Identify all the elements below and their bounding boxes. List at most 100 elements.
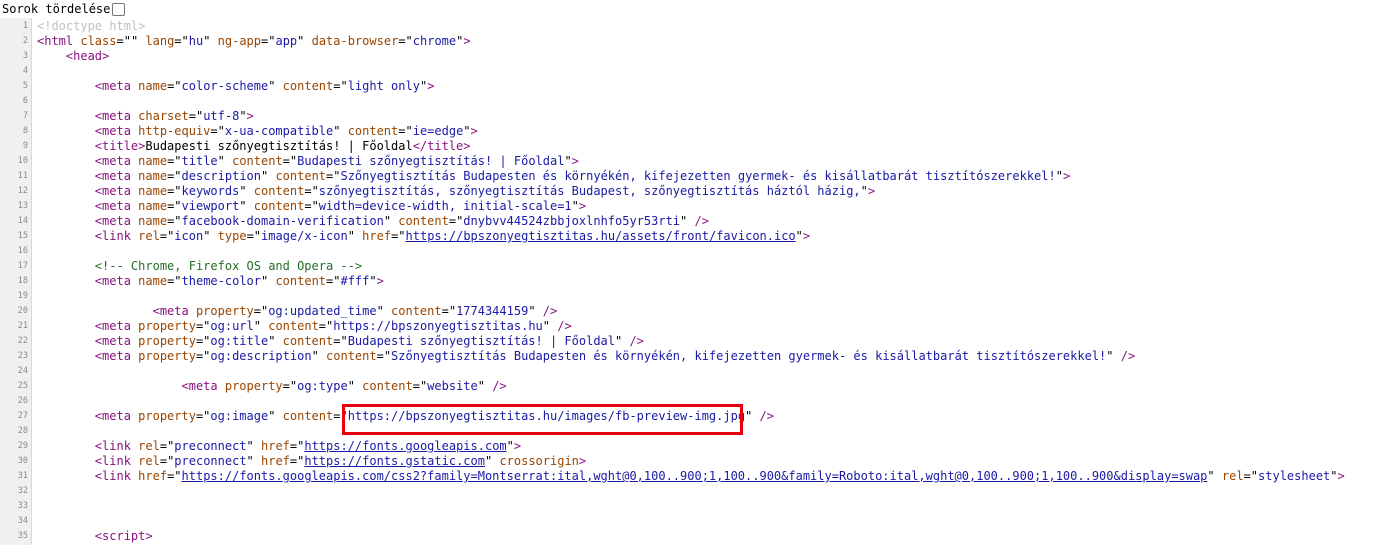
code-token: =" [282,379,298,393]
code-token: > [513,439,522,453]
code-token: rel [1221,469,1244,483]
source-link[interactable]: https://fonts.gstatic.com [304,454,485,468]
line-number: 35 [17,531,28,541]
code-token: =" [333,79,348,93]
code-token: " [745,409,760,423]
line-number: 6 [22,96,28,106]
code-token: content [282,79,334,93]
code-token: href [138,469,168,483]
source-line: 2 <html class="" lang="hu" ng-app="app" d… [0,34,1395,49]
source-line: 13 <meta name="viewport" content="width=… [0,199,1395,214]
line-number: 23 [17,351,28,361]
line-wrap-checkbox[interactable] [112,2,126,16]
code-token: app [275,34,298,48]
code-token: name [138,199,168,213]
code-token: <meta [94,124,131,138]
code-token: > [246,109,254,123]
code-token: preconnect [174,454,247,468]
code-token: =" [159,229,175,243]
source-link[interactable]: https://fonts.googleapis.com [304,439,506,453]
code-token: > [376,274,384,288]
code-token: /> [492,379,507,393]
code-token: name [138,214,168,228]
code-token: " [506,439,514,453]
line-text: <meta property="og:url" content="https:/… [31,319,1395,334]
code-token: > [463,34,471,48]
line-number: 11 [17,171,28,181]
code-token: /> [694,214,709,228]
code-token: " [268,409,283,423]
source-line: 25 <meta property="og:type" content="web… [0,379,1395,394]
code-token: " [203,229,218,243]
source-line: 30 <link rel="preconnect" href="https://… [0,454,1395,469]
source-link[interactable]: https://fonts.googleapis.com/css2?family… [182,469,1208,483]
line-number: 2 [22,36,28,46]
source-line: 11 <meta name="description" content="Sző… [0,169,1395,184]
line-number: 19 [17,291,28,301]
code-token: property [195,304,254,318]
code-token: " [311,349,327,363]
code-token: <meta [94,274,131,288]
source-link[interactable]: https://bpszonyegtisztitas.hu/assets/fro… [406,229,796,243]
code-token: <meta [94,349,131,363]
code-token: og:url [210,319,254,333]
code-token: class [80,34,117,48]
code-token: " [203,34,218,48]
code-token: hu [188,34,204,48]
code-token: ng-app [217,34,262,48]
code-token: > [427,79,435,93]
source-line: 4 [0,64,1395,79]
code-token: > [1062,169,1071,183]
code-token: " [376,304,392,318]
code-token: " [680,214,695,228]
code-token: og:description [210,349,312,363]
line-text [31,514,1395,529]
code-token: =" [376,349,392,363]
line-text [31,94,1395,109]
code-token: og:title [210,334,269,348]
toolbar: Sorok tördelése [0,0,1395,18]
code-token: szőnyegtisztítás, szőnyegtisztítás Budap… [318,184,861,198]
line-text: <meta name="facebook-domain-verification… [31,214,1395,229]
line-wrap-label[interactable]: Sorok tördelése [2,0,110,18]
code-token: " [246,454,261,468]
code-token: https://bpszonyegtisztitas.hu [333,319,543,333]
code-token: property [138,349,196,363]
code-token: =" [188,109,204,123]
code-token: " [268,334,283,348]
code-token: " [1330,469,1338,483]
line-text: <meta name="color-scheme" content="light… [31,79,1395,94]
code-token: content [391,304,442,318]
line-text: <head> [31,49,1395,64]
code-token: " [564,154,572,168]
code-token: rel [138,439,160,453]
line-text: <meta name="description" content="Szőnye… [31,169,1395,184]
code-token: property [138,409,196,423]
line-text: <script> [31,529,1395,544]
line-number: 32 [17,486,28,496]
code-token: " [217,154,233,168]
line-number: 17 [17,261,28,271]
code-token: " [1055,169,1063,183]
line-number: 29 [17,441,28,451]
line-text [31,244,1395,259]
code-token: name [138,184,168,198]
code-token: " [383,214,399,228]
code-token: /> [759,409,774,423]
code-token: name [138,274,168,288]
code-token: <link [94,439,131,453]
code-token: =" [159,454,175,468]
source-line: 5 <meta name="color-scheme" content="lig… [0,79,1395,94]
code-token: " [261,169,276,183]
code-token: data-browser [311,34,399,48]
code-token: =" [167,274,182,288]
line-text: <link rel="preconnect" href="https://fon… [31,454,1395,469]
code-token: rel [138,454,160,468]
code-token: href [261,454,290,468]
source-line: 6 [0,94,1395,109]
code-token: width=device-width, initial-scale=1 [318,199,572,213]
code-token: <meta [94,79,131,93]
code-token: " [297,34,312,48]
source-line: 10 <meta name="title" content="Budapesti… [0,154,1395,169]
code-token: og:updated_time [268,304,377,318]
